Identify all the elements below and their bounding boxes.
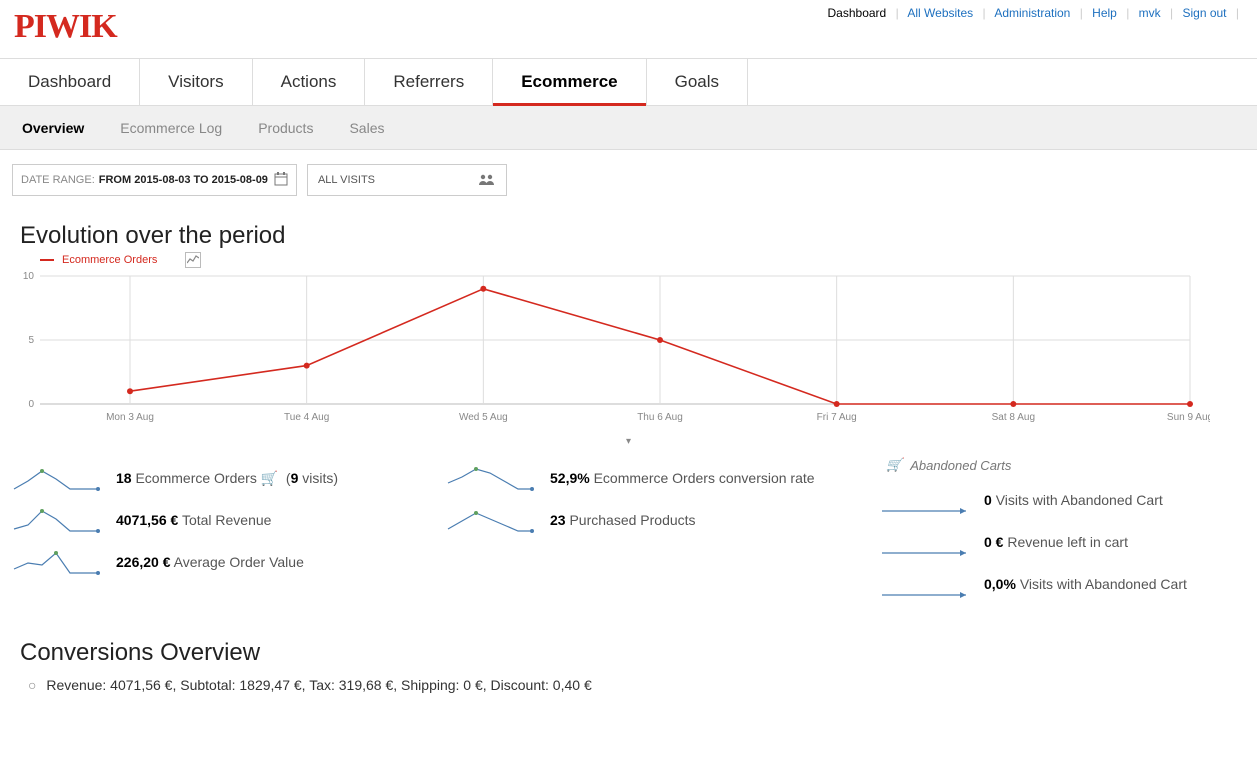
svg-text:Thu 6 Aug: Thu 6 Aug <box>637 412 683 423</box>
stat-label: Visits with Abandoned Cart <box>996 492 1163 508</box>
date-range-selector[interactable]: DATE RANGE: FROM 2015-08-03 TO 2015-08-0… <box>12 164 297 196</box>
conversions-title: Conversions Overview <box>20 639 1257 667</box>
stat-label: Ecommerce Orders <box>135 470 256 486</box>
tab-actions[interactable]: Actions <box>253 59 366 105</box>
stat-ecommerce-orders: 18 Ecommerce Orders 🛒 (9 visits) <box>12 457 432 499</box>
segment-label: ALL VISITS <box>318 174 375 186</box>
stat-abandoned-visits: 0 Visits with Abandoned Cart <box>880 479 1257 521</box>
date-range-label: DATE RANGE: <box>21 174 95 186</box>
separator: | <box>1236 6 1239 20</box>
stat-abandoned-pct: 0,0% Visits with Abandoned Cart <box>880 563 1257 605</box>
tab-ecommerce[interactable]: Ecommerce <box>493 59 646 105</box>
date-range-value: FROM 2015-08-03 TO 2015-08-09 <box>99 174 268 186</box>
tab-dashboard[interactable]: Dashboard <box>0 59 140 105</box>
chart-title: Evolution over the period <box>20 222 1257 250</box>
sub-tabs: Overview Ecommerce Log Products Sales <box>0 106 1257 150</box>
stat-conversion-rate: 52,9% Ecommerce Orders conversion rate <box>446 457 866 499</box>
tab-visitors[interactable]: Visitors <box>140 59 252 105</box>
topmenu-sign-out[interactable]: Sign out <box>1182 6 1226 20</box>
abandoned-carts-heading: 🛒 Abandoned Carts <box>880 457 1257 473</box>
separator: | <box>1170 6 1173 20</box>
stat-value: 18 <box>116 470 132 486</box>
sparkline <box>880 485 970 515</box>
tab-referrers[interactable]: Referrers <box>365 59 493 105</box>
svg-text:5: 5 <box>28 335 34 346</box>
svg-text:Sat 8 Aug: Sat 8 Aug <box>992 412 1035 423</box>
sparkline <box>12 463 102 493</box>
stat-label: Visits with Abandoned Cart <box>1020 576 1187 592</box>
control-row: DATE RANGE: FROM 2015-08-03 TO 2015-08-0… <box>0 150 1257 204</box>
calendar-icon <box>274 172 288 189</box>
sparkline <box>880 527 970 557</box>
svg-text:Mon 3 Aug: Mon 3 Aug <box>106 412 154 423</box>
cart-check-icon: 🛒 <box>261 470 278 486</box>
separator: | <box>1126 6 1129 20</box>
sparkline <box>446 505 536 535</box>
main-tabs: Dashboard Visitors Actions Referrers Eco… <box>0 58 1257 106</box>
stat-total-revenue: 4071,56 € Total Revenue <box>12 499 432 541</box>
sparkline <box>880 569 970 599</box>
stat-value: 23 <box>550 512 566 528</box>
stat-label: Purchased Products <box>569 512 695 528</box>
stats-grid: 18 Ecommerce Orders 🛒 (9 visits) 4071,56… <box>0 453 1257 605</box>
topmenu-user[interactable]: mvk <box>1139 6 1161 20</box>
stat-value: 226,20 € <box>116 554 171 570</box>
stat-value: 0,0% <box>984 576 1016 592</box>
subtab-sales[interactable]: Sales <box>331 108 402 148</box>
chart-legend: Ecommerce Orders <box>40 252 201 268</box>
svg-text:10: 10 <box>23 271 35 282</box>
svg-text:0: 0 <box>28 399 34 410</box>
stat-label: Ecommerce Orders conversion rate <box>594 470 815 486</box>
topmenu-all-websites[interactable]: All Websites <box>907 6 973 20</box>
topmenu-administration[interactable]: Administration <box>994 6 1070 20</box>
subtab-products[interactable]: Products <box>240 108 331 148</box>
subtab-ecommerce-log[interactable]: Ecommerce Log <box>102 108 240 148</box>
stat-visits-value: 9 <box>291 470 299 486</box>
stat-label: Average Order Value <box>174 554 304 570</box>
tab-goals[interactable]: Goals <box>647 59 748 105</box>
chart-type-icon[interactable] <box>185 252 201 268</box>
abandoned-cart-icon: 🛒 <box>886 457 902 473</box>
svg-text:Tue 4 Aug: Tue 4 Aug <box>284 412 329 423</box>
svg-text:Wed 5 Aug: Wed 5 Aug <box>459 412 508 423</box>
legend-line-icon <box>40 259 54 261</box>
separator: | <box>1080 6 1083 20</box>
segment-selector[interactable]: ALL VISITS <box>307 164 507 196</box>
people-icon <box>478 173 496 188</box>
svg-text:Sun 9 Aug: Sun 9 Aug <box>1167 412 1210 423</box>
separator: | <box>983 6 986 20</box>
sparkline <box>446 463 536 493</box>
sparkline <box>12 505 102 535</box>
bullet-icon: ○ <box>28 677 36 693</box>
chart-collapse-toggle[interactable]: ▾ <box>0 436 1257 447</box>
conversions-summary-text: Revenue: 4071,56 €, Subtotal: 1829,47 €,… <box>46 677 591 693</box>
stat-abandoned-revenue: 0 € Revenue left in cart <box>880 521 1257 563</box>
stat-purchased-products: 23 Purchased Products <box>446 499 866 541</box>
separator: | <box>896 6 899 20</box>
conversions-summary: ○ Revenue: 4071,56 €, Subtotal: 1829,47 … <box>0 675 1257 693</box>
evolution-chart: Ecommerce Orders 0510Mon 3 AugTue 4 AugW… <box>10 258 1239 432</box>
abandoned-carts-title: Abandoned Carts <box>910 458 1011 473</box>
stat-label: Revenue left in cart <box>1007 534 1128 550</box>
stat-average-order-value: 226,20 € Average Order Value <box>12 541 432 583</box>
stat-label: Total Revenue <box>182 512 272 528</box>
stat-value: 0 <box>984 492 992 508</box>
evolution-chart-svg: 0 5 10 Mon 3 Aug Tue 4 Aug Wed 5 Aug Thu 6 Aug… <box>10 258 1210 432</box>
topmenu-dashboard[interactable]: Dashboard <box>828 6 887 20</box>
stat-value: 0 € <box>984 534 1003 550</box>
sparkline <box>12 547 102 577</box>
stat-value: 52,9% <box>550 470 590 486</box>
topmenu-help[interactable]: Help <box>1092 6 1117 20</box>
legend-label: Ecommerce Orders <box>62 254 157 266</box>
stat-value: 4071,56 € <box>116 512 178 528</box>
svg-text:Fri 7 Aug: Fri 7 Aug <box>817 412 857 423</box>
subtab-overview[interactable]: Overview <box>4 108 102 148</box>
